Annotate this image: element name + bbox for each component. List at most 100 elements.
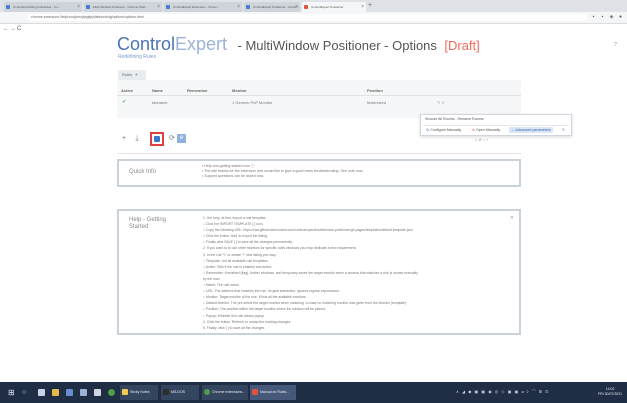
chrome-icon[interactable] [108,389,115,396]
clock[interactable]: 14:02 FRI 30/07/2021 [598,387,622,397]
tab-favicon-icon [246,5,250,9]
terminal-icon [163,389,169,395]
start-icon[interactable]: ⊞ [8,382,15,403]
help-list: 1. Get help, at first, import a rule tem… [203,215,418,331]
column-header: Name [152,88,163,93]
help-icon[interactable]: ? [614,42,617,48]
column-header: Monitor [232,88,247,93]
draft-badge: [Draft] [444,38,480,53]
save-icon [154,136,160,142]
logo: ControlExpert [117,34,227,54]
extension-icon[interactable]: ▪ [599,14,606,21]
tab-label: ControlExpert Extension - Chrom... [173,5,220,9]
block-icon: ⊘ [472,128,476,132]
column-header: Remember [187,88,208,93]
rule-monitor: 1 Generic PnP Monitor [232,100,273,105]
popup-secondary-icons[interactable]: ◐ ⊘ ○ ▪ [475,137,488,142]
context-popup: Snooze All Rooms - Rename Rooms ⚙ Config… [420,114,572,136]
table-row[interactable]: ✔ tabname 1 Generic PnP Monitor Maximize… [117,97,521,109]
rules-table: Active Name Remember Monitor Position ✔ … [117,80,521,118]
help-line: 5. Finally, click [ ] to save all the ch… [203,325,266,330]
save-button[interactable] [150,132,164,146]
popup-options: ⚙ Configure Manually ⊘ Open Manually ⇔ A… [423,125,569,134]
browser-tab[interactable]: Multi Window Positioner - Chrome Web... × [84,2,162,12]
app-label: Sticky Notes [130,390,150,394]
search-icon[interactable]: ○ [22,382,26,403]
logo-text-part2: Expert [175,34,228,54]
store-icon[interactable] [66,389,73,396]
tab-favicon-icon [166,5,170,9]
tab-close-icon[interactable]: × [157,2,160,12]
option-label: Configure Manually [430,128,462,132]
advanced-parameters-option[interactable]: ⇔ Advanced parameters [509,127,553,133]
forward-icon[interactable]: → [10,24,16,35]
quick-info-title: Quick Info [129,169,157,175]
app-icon [252,389,258,395]
bookmark-icon[interactable]: ◈ [608,14,615,21]
table-header-row: Active Name Remember Monitor Position [117,85,521,96]
option-label: Advanced parameters [515,128,551,132]
reload-icon[interactable]: C [17,24,21,35]
help-box: Help - Getting Started ✕ 1. Get help, at… [117,209,521,335]
app-label: MS-DOS [171,390,185,394]
calculator-icon[interactable] [80,389,87,396]
clock-date: FRI 30/07/2021 [598,392,623,396]
options-title: - MultiWindow Positioner - Options [237,38,437,53]
open-manually-option[interactable]: ⊘ Open Manually [470,127,502,133]
new-tab-button[interactable]: + [368,0,372,12]
app-icon[interactable] [94,389,101,396]
address-bar-row: ← → C chrome-extension://lmjhoonjlcmojfp… [0,12,627,32]
profile-icon[interactable]: ● [617,14,624,21]
add-button[interactable]: + [118,133,130,145]
more-icon[interactable]: ✎ [560,127,567,133]
browser-tab-bar: Controlled Rolling Interactive - Co... × … [0,0,627,12]
notes-icon [122,389,128,395]
tab-close-icon[interactable]: × [237,2,240,12]
back-icon[interactable]: ← [3,24,9,35]
quick-info-list: • Help and getting started now ⓘ • The s… [202,164,363,179]
tab-rules[interactable]: Rules + [118,70,146,80]
taskbar-app[interactable]: MS-DOS [161,385,199,400]
tab-label: ControlExpert Positioner [311,5,344,9]
row-actions[interactable]: ✎ ✕ [437,100,445,105]
settings-button[interactable]: ⚙ [177,134,186,143]
browser-tab[interactable]: ControlExpert Positioner - Chrom... × [244,2,300,12]
task-view-icon[interactable] [38,389,45,396]
active-check-icon[interactable]: ✔ [122,99,126,105]
logo-text-part1: Control [117,34,176,54]
tab-label: Multi Window Positioner - Chrome Web... [93,5,148,9]
column-header: Active [121,88,134,93]
add-rule-icon[interactable]: + [135,72,137,77]
tab-favicon-icon [304,5,308,9]
rule-name: tabname [152,100,168,105]
tab-close-icon[interactable]: × [295,2,298,12]
configure-manually-option[interactable]: ⚙ Configure Manually [424,127,463,133]
app-label: Chrome extensions... [212,390,246,394]
browser-tab-active[interactable]: ControlExpert Positioner × [302,2,366,12]
address-input[interactable]: chrome-extension://lmjhoonjlcmojfpiglipj… [27,14,587,21]
list-item[interactable]: • Support questions can be asked now. [202,174,363,179]
quick-info-box: Quick Info • Help and getting started no… [117,159,521,187]
tagline: Redefining Rules [118,54,157,60]
browser-tab[interactable]: ControlExpert Extension - Chrom... × [164,2,242,12]
divider [117,153,521,154]
taskbar-app[interactable]: Chrome extensions... [202,385,248,400]
import-button[interactable]: ⤓ [131,133,143,145]
close-icon[interactable]: ✕ [510,215,514,221]
extension-icon[interactable]: ▪ [590,14,597,21]
page-title: ControlExpert - MultiWindow Positioner -… [117,34,480,55]
gear-icon: ⚙ [426,128,430,132]
taskbar-app[interactable]: Sticky Notes [120,385,158,400]
popup-title: Snooze All Rooms - Rename Rooms [425,117,484,121]
tab-rules-label: Rules [122,72,133,77]
taskbar-app-active[interactable]: Manual on Rules... [250,385,296,400]
column-header: Position [367,88,383,93]
tab-close-icon[interactable]: × [361,2,364,12]
tab-favicon-icon [86,5,90,9]
rule-position: Maximized [367,100,387,105]
tab-close-icon[interactable]: × [77,2,80,12]
browser-tab[interactable]: Controlled Rolling Interactive - Co... × [4,2,82,12]
explorer-icon[interactable] [52,389,59,396]
help-title: Help - Getting Started [129,217,167,230]
system-tray[interactable]: ∧ ◢ ◆ ▣ ▣ ◉ ◎ ◇ ▣ ▣ ◂ ◊ ⌒ ⊞ ⊡ [456,389,550,395]
